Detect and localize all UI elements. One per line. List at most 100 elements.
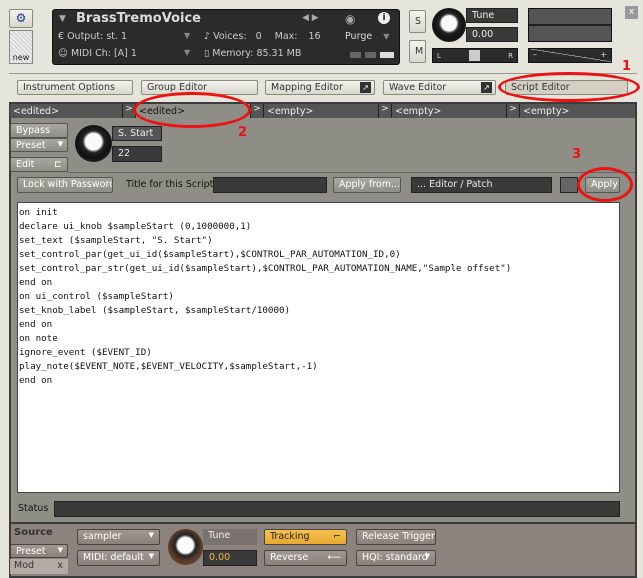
edit-button[interactable]: Edit ⊏: [10, 157, 68, 172]
purge-indicators: [350, 52, 394, 58]
source-tune-value[interactable]: 0.00: [203, 550, 257, 566]
volume-slider[interactable]: – +: [528, 48, 612, 63]
lock-with-password-button[interactable]: Lock with Password: [17, 177, 113, 193]
midi-row[interactable]: ☺ MIDI Ch: [A] 1: [58, 48, 137, 59]
annotation-number-1: 1: [622, 59, 632, 74]
voices-row: ♪ Voices: 0 Max: 16: [204, 31, 321, 42]
edit-label: Edit: [16, 159, 35, 170]
apply-from-label: Apply from...: [339, 179, 401, 190]
tab-mapping-editor[interactable]: Mapping Editor: [265, 80, 375, 95]
output-value: st. 1: [106, 31, 128, 42]
level-meter: [528, 8, 612, 42]
mod-label: Mod: [14, 560, 35, 571]
reverse-button[interactable]: Reverse ⟵: [264, 550, 347, 566]
script-slot-1[interactable]: <edited>: [10, 104, 123, 118]
annotation-number-2: 2: [238, 125, 248, 140]
script-slot-3[interactable]: <empty>: [264, 104, 379, 118]
mod-tab[interactable]: Mod x: [10, 559, 68, 574]
knob-value: 22: [112, 146, 162, 162]
sampler-mode-dropdown[interactable]: sampler ▼: [77, 529, 160, 545]
wrench-button[interactable]: ⚙: [9, 9, 33, 28]
source-tune-label: Tune: [203, 529, 257, 545]
output-label: Output:: [67, 31, 104, 42]
reverse-label: Reverse: [270, 552, 309, 563]
prev-next-icon[interactable]: ◀ ▶: [302, 13, 319, 23]
volume-plus: +: [600, 50, 607, 59]
hqi-dropdown[interactable]: HQI: standard ▼: [356, 550, 436, 566]
pan-left-label: L: [437, 52, 441, 60]
volume-minus: –: [533, 50, 537, 59]
midi-label: MIDI Ch:: [70, 48, 111, 59]
source-title: Source: [14, 527, 53, 538]
annotation-number-3: 3: [572, 147, 582, 162]
tune-knob[interactable]: [432, 8, 466, 42]
popout-icon[interactable]: ↗: [360, 82, 371, 93]
code-editor[interactable]: on init declare ui_knob $sampleStart (0,…: [17, 202, 620, 493]
tracking-label: Tracking: [270, 531, 310, 542]
editor-patch-field: ... Editor / Patch: [411, 177, 552, 193]
tracking-icon: ⌐: [333, 531, 341, 542]
annotation-ellipse-3: [577, 167, 633, 202]
tab-instrument-options[interactable]: Instrument Options: [17, 80, 133, 95]
purge-dropdown[interactable]: Purge ▼: [345, 31, 389, 42]
tracking-button[interactable]: Tracking ⌐: [264, 529, 347, 545]
script-slot-5[interactable]: <empty>: [520, 104, 635, 118]
mute-button[interactable]: M: [409, 40, 426, 63]
output-row[interactable]: € Output: st. 1: [58, 31, 127, 42]
memory-value: 85.31 MB: [256, 48, 302, 59]
source-preset-dropdown[interactable]: Preset ▼: [10, 544, 68, 558]
slot-arrow-icon[interactable]: >: [251, 104, 264, 118]
mode-label: sampler: [83, 531, 122, 542]
voices-value: 0: [255, 31, 262, 42]
info-icon[interactable]: i: [378, 12, 390, 24]
max-value[interactable]: 16: [309, 31, 321, 42]
lock-icon: ⊏: [54, 159, 62, 170]
slot-arrow-icon[interactable]: >: [379, 104, 392, 118]
status-label: Status: [18, 503, 49, 514]
annotation-ellipse-2: [133, 92, 251, 128]
sample-start-knob[interactable]: [75, 125, 112, 162]
script-slot-4[interactable]: <empty>: [392, 104, 507, 118]
slot-arrow-icon[interactable]: >: [507, 104, 520, 118]
tab-wave-editor[interactable]: Wave Editor: [383, 80, 496, 95]
purge-label: Purge: [345, 31, 373, 42]
tune-label: Tune: [466, 8, 518, 23]
solo-button[interactable]: S: [409, 10, 426, 33]
new-label: new: [12, 53, 30, 62]
title-label: Title for this Script: [126, 179, 214, 190]
bypass-button[interactable]: Bypass: [10, 123, 68, 138]
output-dropdown-icon[interactable]: ▼: [184, 31, 190, 40]
preset-label: Preset: [16, 140, 46, 151]
title-input[interactable]: [213, 177, 327, 193]
new-button[interactable]: new: [9, 30, 33, 64]
camera-icon[interactable]: ◉: [345, 12, 355, 26]
hqi-label: HQI: standard: [362, 552, 428, 563]
source-preset-label: Preset: [16, 546, 46, 557]
mod-close-icon[interactable]: x: [57, 560, 63, 571]
popout-icon[interactable]: ↗: [481, 82, 492, 93]
voices-label: Voices:: [213, 31, 247, 42]
divider: [68, 172, 635, 173]
source-tune-knob[interactable]: [168, 529, 203, 565]
release-trigger-button[interactable]: Release Trigger: [356, 529, 436, 545]
memory-row: ▯ Memory: 85.31 MB: [204, 48, 302, 59]
max-label: Max:: [274, 31, 298, 42]
memory-label: Memory:: [212, 48, 254, 59]
tune-value[interactable]: 0.00: [466, 27, 518, 42]
collapse-icon[interactable]: ▼: [59, 14, 66, 24]
preset-dropdown[interactable]: Preset ▼: [10, 138, 68, 152]
midi-default-label: MIDI: default: [83, 552, 144, 563]
reverse-icon: ⟵: [327, 552, 341, 563]
apply-from-dropdown[interactable]: Apply from...▼: [333, 177, 401, 193]
pan-slider[interactable]: LR: [432, 48, 518, 63]
midi-value: [A] 1: [113, 48, 137, 59]
midi-dropdown[interactable]: MIDI: default ▼: [77, 550, 160, 566]
script-code[interactable]: on init declare ui_knob $sampleStart (0,…: [19, 206, 618, 388]
midi-dropdown-icon[interactable]: ▼: [184, 48, 190, 57]
status-field: [54, 501, 620, 517]
pan-right-label: R: [508, 52, 513, 60]
knob-label: S. Start: [112, 126, 162, 141]
instrument-title[interactable]: BrassTremoVoice: [76, 11, 201, 26]
annotation-ellipse-1: [498, 72, 640, 102]
close-button[interactable]: x: [625, 6, 638, 19]
